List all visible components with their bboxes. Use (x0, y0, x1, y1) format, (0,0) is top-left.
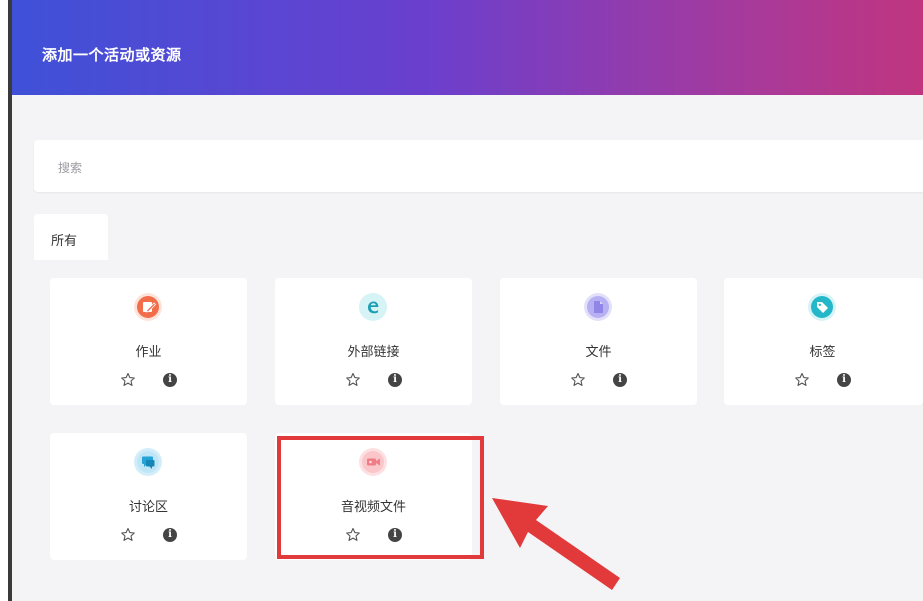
forum-icon (134, 448, 162, 476)
assignment-icon (134, 293, 162, 321)
activity-card-label[interactable]: 标签 i (724, 278, 923, 405)
activity-label: 讨论区 (128, 500, 168, 515)
tab-all[interactable]: 所有 (34, 214, 108, 260)
activity-label: 文件 (585, 345, 612, 360)
activity-card-assignment[interactable]: 作业 i (50, 278, 247, 405)
activity-card-forum[interactable]: 讨论区 i (50, 433, 247, 560)
search-placeholder: 搜索 (58, 161, 83, 175)
info-icon[interactable]: i (388, 373, 402, 387)
annotation-highlight-box (277, 436, 484, 559)
info-icon[interactable]: i (163, 528, 177, 542)
dialog-title: 添加一个活动或资源 (42, 46, 182, 64)
activity-card-file[interactable]: 文件 i (500, 278, 697, 405)
label-tag-icon (808, 293, 836, 321)
tab-all-label: 所有 (51, 234, 78, 249)
activity-card-external-link[interactable]: 外部链接 i (275, 278, 472, 405)
file-icon (584, 293, 612, 321)
star-icon[interactable] (345, 372, 361, 388)
activity-label: 作业 (135, 345, 162, 360)
star-icon[interactable] (570, 372, 586, 388)
screenshot-frame: 添加一个活动或资源 搜索 所有 作业 i 外部链接 i 文件 i 标签 i 讨论… (0, 0, 923, 601)
info-icon[interactable]: i (163, 373, 177, 387)
dialog-header: 添加一个活动或资源 (12, 0, 923, 95)
activity-label: 外部链接 (347, 345, 400, 360)
external-link-icon (359, 293, 387, 321)
star-icon[interactable] (120, 527, 136, 543)
search-input[interactable]: 搜索 (34, 140, 923, 192)
info-icon[interactable]: i (837, 373, 851, 387)
star-icon[interactable] (120, 372, 136, 388)
info-icon[interactable]: i (613, 373, 627, 387)
star-icon[interactable] (794, 372, 810, 388)
activity-label: 标签 (809, 345, 836, 360)
